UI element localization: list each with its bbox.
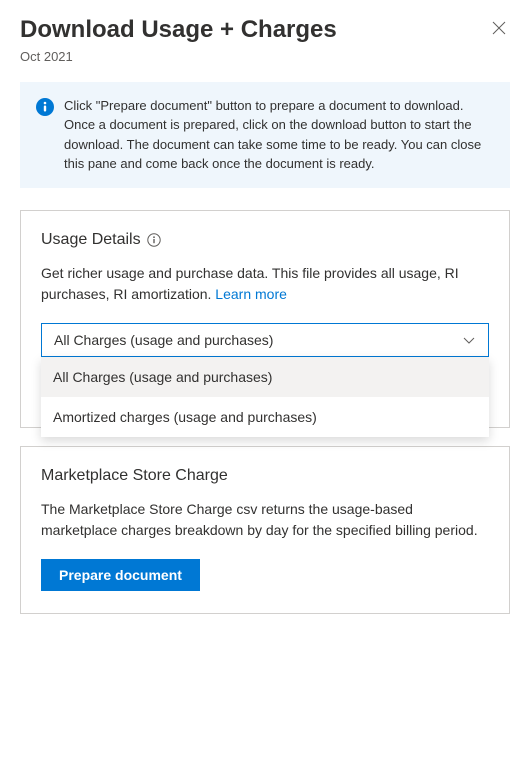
chevron-down-icon — [462, 333, 476, 347]
info-banner-text: Click "Prepare document" button to prepa… — [64, 96, 494, 174]
marketplace-description: The Marketplace Store Charge csv returns… — [41, 499, 489, 541]
info-banner: Click "Prepare document" button to prepa… — [20, 82, 510, 188]
dropdown-selected-label: All Charges (usage and purchases) — [54, 332, 273, 348]
charges-dropdown-list: All Charges (usage and purchases) Amorti… — [41, 357, 489, 437]
usage-details-title: Usage Details — [41, 231, 141, 249]
close-button[interactable] — [488, 16, 510, 42]
marketplace-title: Marketplace Store Charge — [41, 467, 228, 485]
info-icon — [36, 98, 54, 116]
dropdown-option-amortized[interactable]: Amortized charges (usage and purchases) — [41, 397, 489, 437]
close-icon — [492, 19, 506, 39]
usage-details-description: Get richer usage and purchase data. This… — [41, 263, 489, 305]
charges-dropdown[interactable]: All Charges (usage and purchases) — [41, 323, 489, 357]
page-title: Download Usage + Charges — [20, 16, 337, 45]
dropdown-option-all-charges[interactable]: All Charges (usage and purchases) — [41, 357, 489, 397]
prepare-document-button[interactable]: Prepare document — [41, 559, 200, 591]
billing-period-label: Oct 2021 — [20, 49, 510, 64]
usage-details-card: Usage Details Get richer usage and purch… — [20, 210, 510, 428]
learn-more-link[interactable]: Learn more — [215, 286, 287, 302]
marketplace-card: Marketplace Store Charge The Marketplace… — [20, 446, 510, 614]
info-outline-icon[interactable] — [147, 233, 161, 247]
